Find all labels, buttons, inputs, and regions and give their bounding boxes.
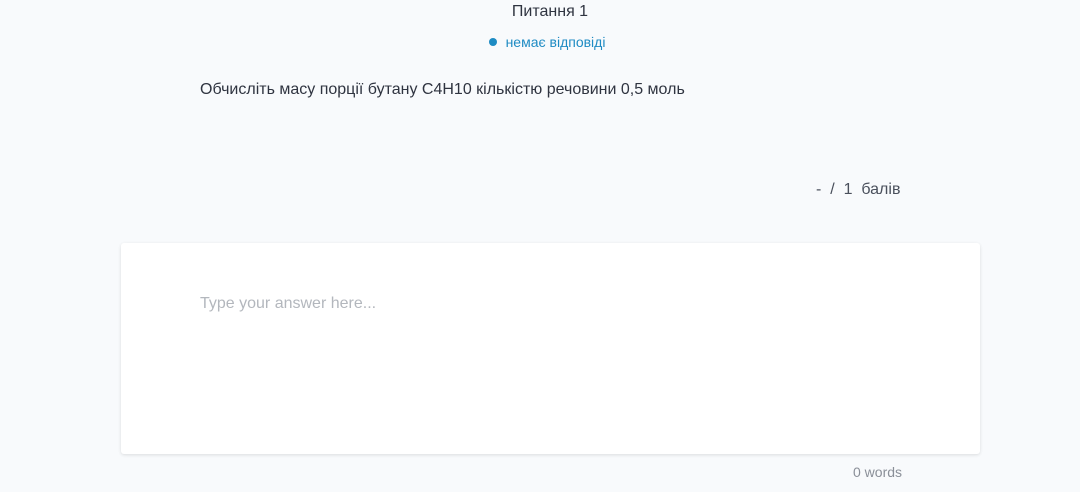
score-earned: - (816, 181, 822, 198)
question-page: Питання 1 немає відповіді Обчисліть масу… (0, 0, 1080, 492)
score-separator: / (830, 181, 835, 198)
answer-status-label: немає відповіді (505, 34, 606, 50)
score-unit: балів (861, 181, 901, 198)
answer-status: немає відповіді (0, 34, 1080, 50)
score-max: 1 (843, 181, 853, 198)
status-dot-icon (488, 38, 497, 46)
answer-input[interactable] (200, 295, 900, 415)
question-text: Обчисліть масу порції бутану C4H10 кільк… (200, 81, 685, 98)
score-indicator: - / 1 балів (816, 181, 900, 199)
question-title: Питання 1 (511, 3, 589, 20)
word-count: 0 words (853, 464, 903, 480)
answer-card (121, 243, 980, 454)
